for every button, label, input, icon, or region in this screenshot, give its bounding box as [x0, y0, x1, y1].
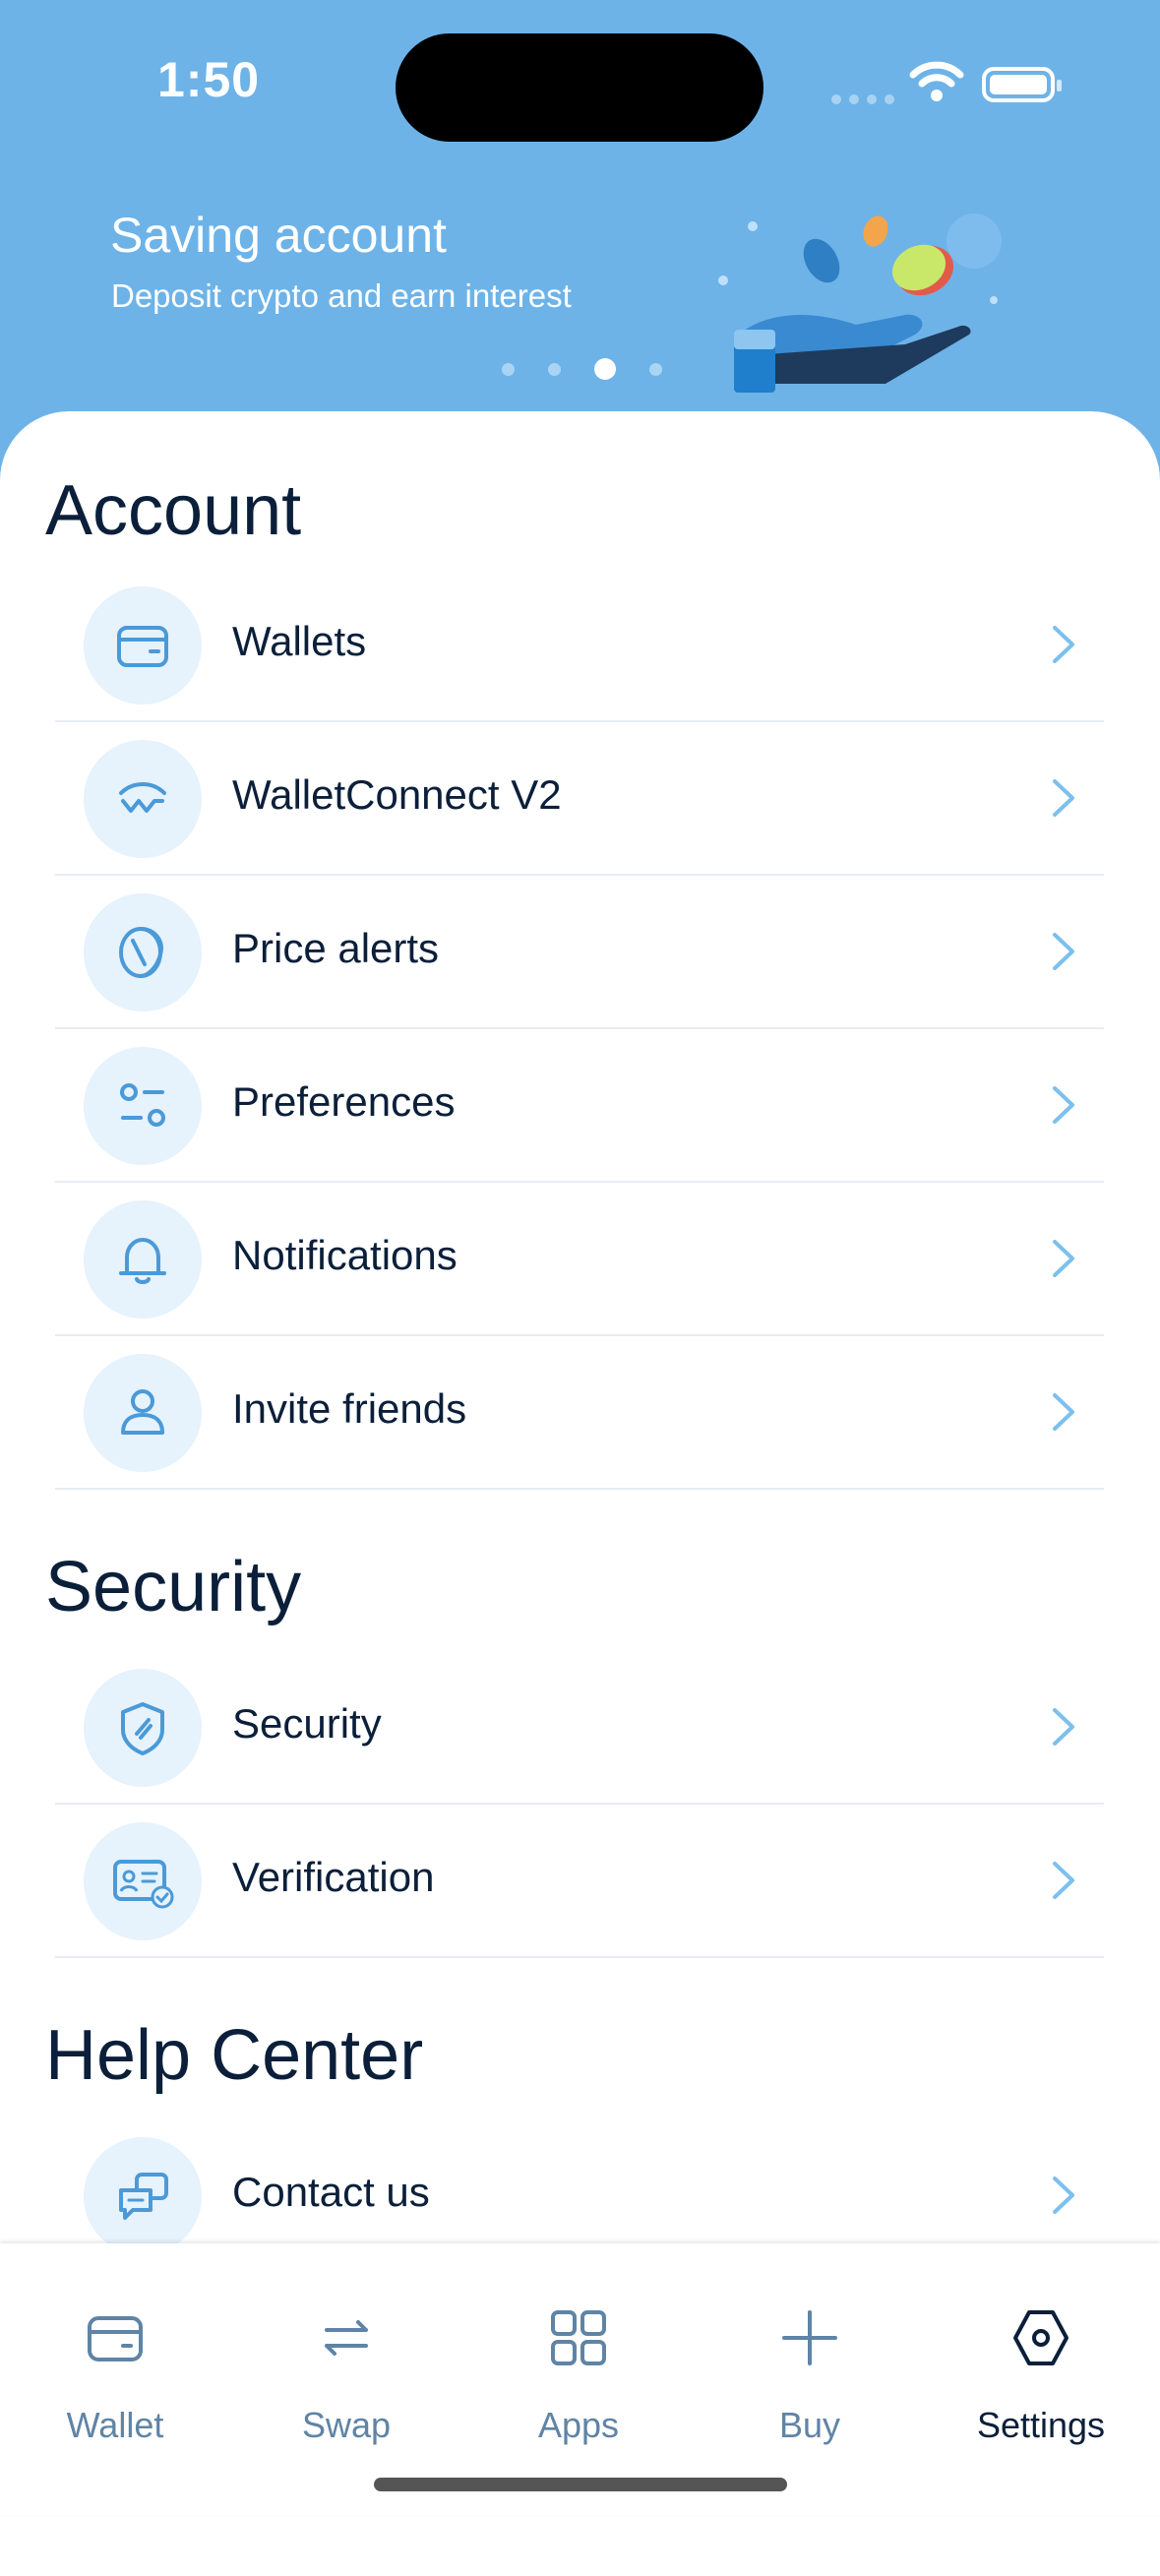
- settings-item-label: Price alerts: [232, 925, 440, 971]
- hexagon-settings-icon: [1013, 2310, 1068, 2365]
- tab-label: Wallet: [66, 2405, 164, 2445]
- sliders-icon: [84, 1047, 202, 1165]
- hand-coins-illustration: [718, 214, 1002, 393]
- settings-item-verification[interactable]: Verification: [55, 1805, 1104, 1958]
- status-bar: 1:50: [0, 0, 1160, 177]
- settings-item-invite-friends[interactable]: Invite friends: [55, 1336, 1104, 1490]
- bell-icon: [84, 1200, 202, 1319]
- chevron-right-icon: [1053, 1240, 1074, 1277]
- settings-item-label: Verification: [232, 1854, 435, 1900]
- wallet-icon: [88, 2316, 143, 2361]
- tab-settings[interactable]: Settings: [952, 2295, 1129, 2445]
- settings-item-label: Wallets: [232, 618, 367, 664]
- user-icon: [84, 1354, 202, 1472]
- chevron-right-icon: [1053, 1862, 1074, 1899]
- chat-icon: [84, 2137, 202, 2255]
- home-indicator[interactable]: [374, 2478, 787, 2491]
- grid-icon: [551, 2310, 606, 2365]
- page-dot[interactable]: [649, 362, 662, 376]
- settings-item-label: WalletConnect V2: [232, 771, 562, 818]
- banner-subtitle: Deposit crypto and earn interest: [111, 277, 572, 314]
- chevron-right-icon: [1053, 1393, 1074, 1431]
- page-dot[interactable]: [502, 362, 515, 376]
- settings-item-label: Notifications: [232, 1232, 458, 1278]
- settings-item-label: Preferences: [232, 1078, 456, 1125]
- section-title-security: Security: [45, 1548, 302, 1626]
- chevron-right-icon: [1053, 2177, 1074, 2214]
- wifi-icon: [909, 61, 964, 101]
- settings-item-label: Contact us: [232, 2169, 430, 2215]
- page-dot[interactable]: [548, 362, 561, 376]
- cellular-signal-icon: [831, 94, 894, 104]
- tab-buy[interactable]: Buy: [721, 2295, 898, 2445]
- tab-label: Apps: [537, 2405, 620, 2445]
- section-title-help-center: Help Center: [45, 2016, 424, 2095]
- banner-title: Saving account: [110, 208, 447, 263]
- chevron-right-icon: [1053, 626, 1074, 663]
- carousel-page-indicator[interactable]: [502, 358, 662, 380]
- settings-item-price-alerts[interactable]: Price alerts: [55, 876, 1104, 1029]
- bottom-tab-bar: Wallet Swap Apps Buy Settings: [0, 2243, 1160, 2515]
- settings-item-label: Invite friends: [232, 1385, 467, 1432]
- tab-swap[interactable]: Swap: [258, 2295, 435, 2445]
- tab-label: Buy: [778, 2405, 841, 2445]
- tab-label: Settings: [976, 2405, 1106, 2445]
- chevron-right-icon: [1053, 1708, 1074, 1746]
- battery-icon: [982, 67, 1062, 102]
- status-time: 1:50: [157, 52, 261, 107]
- settings-item-security[interactable]: Security: [55, 1651, 1104, 1805]
- shield-icon: [84, 1669, 202, 1787]
- settings-item-label: Security: [232, 1700, 382, 1747]
- tab-label: Swap: [301, 2405, 392, 2445]
- section-title-account: Account: [45, 471, 302, 550]
- wallet-icon: [84, 586, 202, 705]
- id-card-icon: [84, 1822, 202, 1940]
- walletconnect-icon: [84, 740, 202, 858]
- coin-icon: [84, 893, 202, 1012]
- page-dot-active[interactable]: [594, 358, 616, 380]
- settings-item-walletconnect[interactable]: WalletConnect V2: [55, 722, 1104, 876]
- chevron-right-icon: [1053, 1086, 1074, 1124]
- dynamic-island: [396, 33, 763, 142]
- tab-apps[interactable]: Apps: [490, 2295, 667, 2445]
- settings-item-notifications[interactable]: Notifications: [55, 1183, 1104, 1336]
- plus-icon: [782, 2310, 837, 2365]
- swap-icon: [325, 2320, 368, 2356]
- chevron-right-icon: [1053, 933, 1074, 970]
- tab-wallet[interactable]: Wallet: [27, 2295, 204, 2445]
- chevron-right-icon: [1053, 779, 1074, 817]
- settings-item-wallets[interactable]: Wallets: [55, 569, 1104, 722]
- settings-item-preferences[interactable]: Preferences: [55, 1029, 1104, 1183]
